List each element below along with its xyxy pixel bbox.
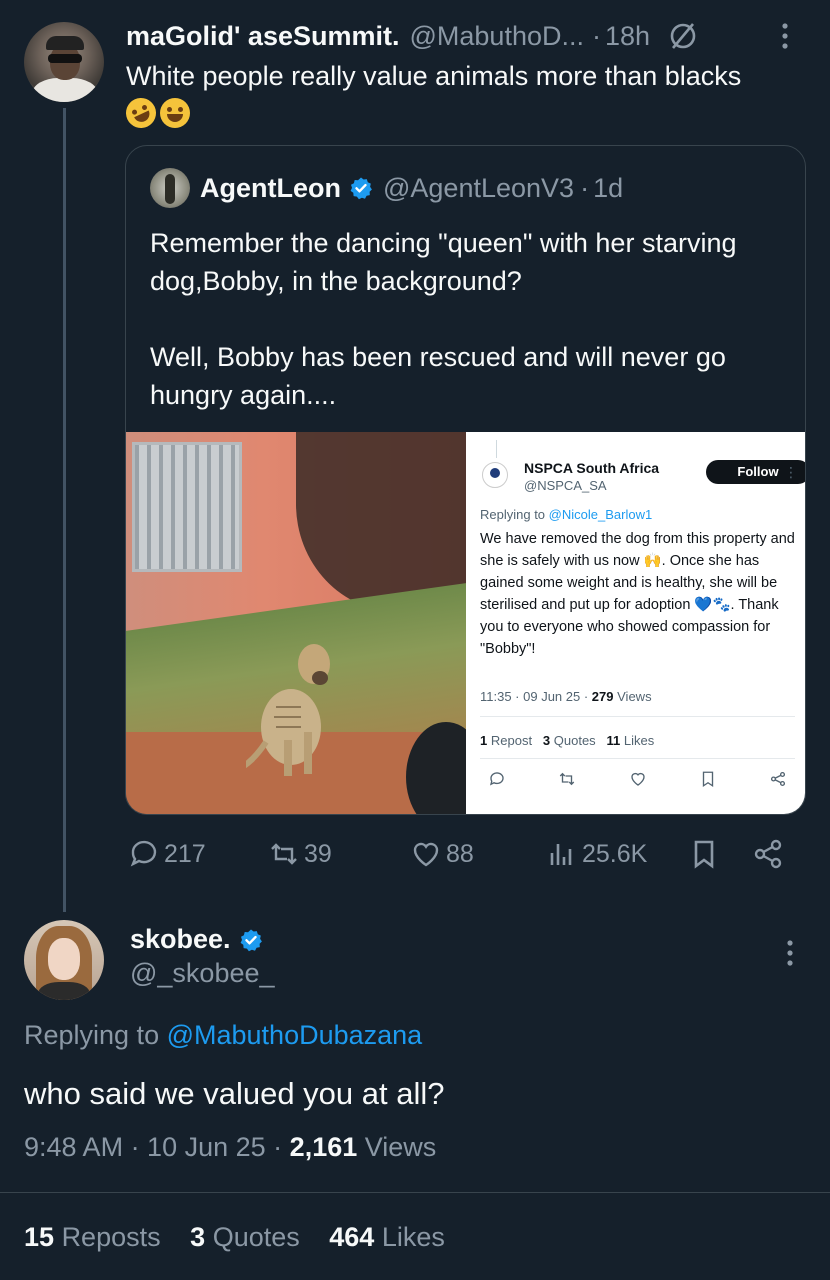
quotes-label: Quotes <box>212 1222 300 1252</box>
card-views-label: Views <box>617 689 652 704</box>
tweet-emojis <box>121 93 192 133</box>
repost-button[interactable]: 39 <box>268 838 332 870</box>
like-count: 88 <box>446 839 474 868</box>
card-quotes-count: 3 <box>542 733 551 748</box>
reply-author-name[interactable]: skobee. <box>130 924 231 955</box>
separator-dot: · <box>580 172 590 203</box>
card-repost-count: 1 <box>480 733 488 748</box>
card-replying-handle: @Nicole_Barlow1 <box>548 507 653 522</box>
card-repost-icon <box>560 772 575 786</box>
share-button[interactable] <box>752 838 788 870</box>
card-bookmark-icon <box>702 771 713 788</box>
card-time: 11:35 · 09 Jun 25 · <box>480 689 589 704</box>
quote-text: Remember the dancing "queen" with her st… <box>150 224 775 414</box>
card-more-icon: ⋮ <box>784 464 798 480</box>
reply-icon <box>130 840 157 867</box>
tweet-time[interactable]: 18h <box>605 21 650 52</box>
quoted-tweet[interactable]: AgentLeon @AgentLeonV3 · 1d Remember the… <box>125 145 806 815</box>
reposts-count: 15 <box>24 1222 55 1252</box>
card-replying-to: Replying to @Nicole_Barlow1 <box>480 504 652 525</box>
quotes-stat[interactable]: 3 Quotes <box>190 1222 300 1252</box>
dog-figure <box>246 644 330 776</box>
tears-of-joy-emoji-icon <box>160 98 190 128</box>
verified-badge-icon <box>349 176 373 200</box>
reply-text: who said we valued you at all? <box>24 1076 445 1111</box>
quotes-count: 3 <box>190 1222 206 1252</box>
separator-dot: · <box>592 20 601 51</box>
likes-stat[interactable]: 464 Likes <box>329 1222 445 1252</box>
bookmark-button[interactable] <box>688 838 724 870</box>
quote-header: AgentLeon @AgentLeonV3 · 1d <box>150 168 623 208</box>
reposts-stat[interactable]: 15 Reposts <box>24 1222 161 1252</box>
likes-count: 464 <box>329 1222 375 1252</box>
card-likes-label: Likes <box>623 733 655 748</box>
tweet-action-bar: 217 39 88 25.6K <box>128 836 788 876</box>
card-repost-label: Repost <box>490 733 533 748</box>
card-meta: 11:35 · 09 Jun 25 · 279 Views <box>480 686 652 707</box>
card-body-text: We have removed the dog from this proper… <box>480 531 795 657</box>
grok-icon[interactable] <box>668 21 698 51</box>
likes-label: Likes <box>381 1222 445 1252</box>
reply-timestamp[interactable]: 9:48 AM · 10 Jun 25 · <box>24 1132 282 1162</box>
divider <box>0 1192 830 1193</box>
quote-time[interactable]: 1d <box>593 173 623 204</box>
share-icon <box>754 839 782 869</box>
card-like-icon <box>630 772 645 786</box>
reply-author-handle[interactable]: @_skobee_ <box>130 958 275 989</box>
replying-to-handle[interactable]: @MabuthoDubazana <box>167 1020 423 1050</box>
tweet-text: White people really value animals more t… <box>126 61 742 91</box>
more-options-icon[interactable] <box>780 935 800 971</box>
embedded-tweet-screenshot[interactable]: NSPCA South Africa @NSPCA_SA Follow ⋮ Re… <box>466 432 805 814</box>
quote-author-name[interactable]: AgentLeon <box>200 173 341 204</box>
card-author-handle: @NSPCA_SA <box>524 478 607 493</box>
like-icon <box>413 842 439 867</box>
reply-author-avatar[interactable] <box>24 920 104 1000</box>
card-quotes-label: Quotes <box>553 733 596 748</box>
views-button[interactable]: 25.6K <box>546 838 647 870</box>
replying-to: Replying to @MabuthoDubazana <box>24 1020 422 1051</box>
reply-views-label: Views <box>364 1132 437 1162</box>
quote-avatar[interactable] <box>150 168 190 208</box>
repost-count: 39 <box>304 839 332 868</box>
reply-stats: 15 Reposts 3 Quotes 464 Likes <box>24 1222 445 1253</box>
dog-photo[interactable] <box>126 432 466 814</box>
card-stats: 1 Repost 3 Quotes 11 Likes <box>480 730 654 751</box>
thread-line <box>63 108 66 912</box>
bookmark-icon <box>694 840 714 869</box>
verified-badge-icon <box>239 928 263 952</box>
card-action-icons <box>488 770 787 788</box>
author-avatar[interactable] <box>24 22 104 102</box>
quote-author-handle[interactable]: @AgentLeonV3 <box>383 173 574 204</box>
replying-prefix: Replying to <box>24 1020 160 1050</box>
reply-views-count: 2,161 <box>289 1132 358 1162</box>
more-options-icon[interactable] <box>770 18 800 54</box>
card-likes-count: 11 <box>606 733 621 748</box>
card-views-count: 279 <box>591 689 614 704</box>
reply-author-name-row: skobee. <box>130 924 263 955</box>
repost-icon <box>271 843 297 865</box>
reposts-label: Reposts <box>61 1222 161 1252</box>
like-button[interactable]: 88 <box>410 838 474 870</box>
views-count: 25.6K <box>582 839 648 868</box>
card-replying-prefix: Replying to <box>480 507 546 522</box>
quote-paragraph: Well, Bobby has been rescued and will ne… <box>150 342 726 410</box>
quote-media[interactable]: NSPCA South Africa @NSPCA_SA Follow ⋮ Re… <box>126 432 805 814</box>
tweet-header: maGolid' aseSummit. @MabuthoD... · 18h <box>126 18 800 54</box>
card-share-icon <box>770 771 786 787</box>
quote-paragraph: Remember the dancing "queen" with her st… <box>150 228 737 296</box>
nspca-logo-icon <box>482 462 508 488</box>
reply-count: 217 <box>164 839 206 868</box>
author-name[interactable]: maGolid' aseSummit. <box>126 21 400 52</box>
card-reply-icon <box>489 772 504 786</box>
reply-meta: 9:48 AM · 10 Jun 25 · 2,161 Views <box>24 1132 436 1163</box>
reply-button[interactable]: 217 <box>128 838 206 870</box>
rolling-laughing-emoji-icon <box>121 93 161 133</box>
author-handle[interactable]: @MabuthoD... <box>410 21 585 52</box>
views-icon <box>550 844 572 865</box>
